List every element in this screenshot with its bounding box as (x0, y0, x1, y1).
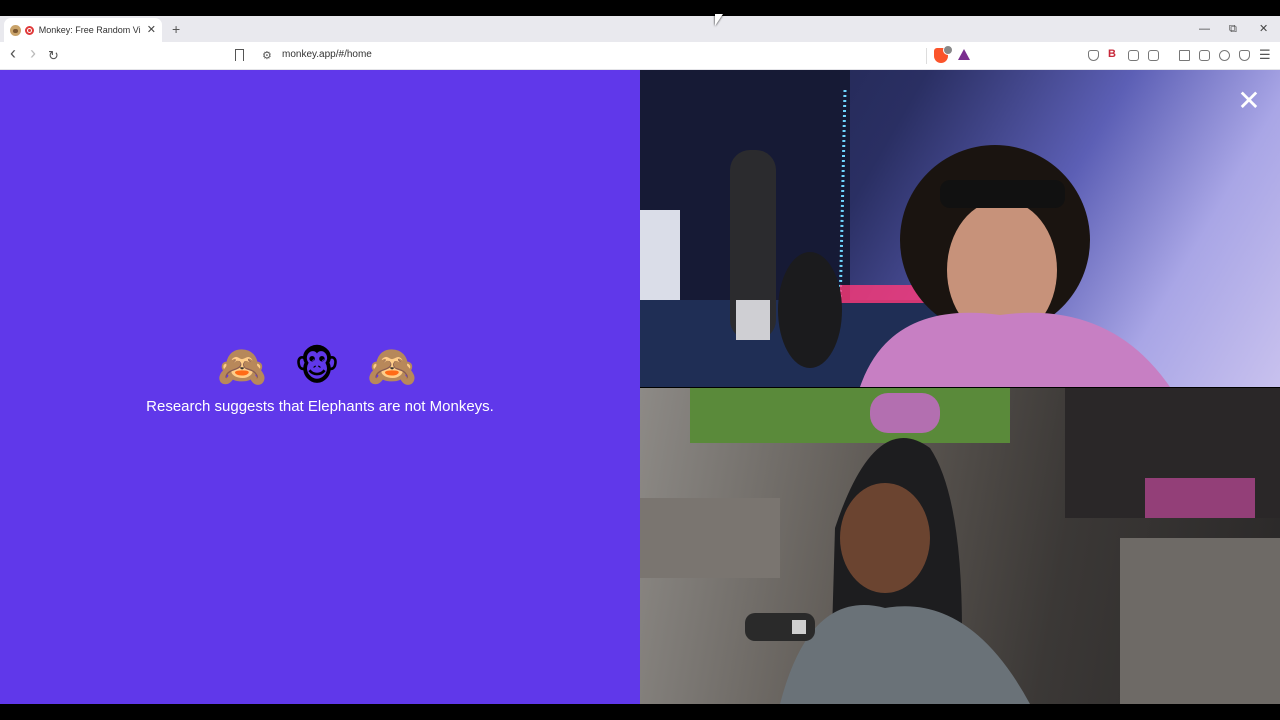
shields-count-badge (943, 45, 953, 55)
forward-button[interactable]: › (30, 44, 36, 62)
monkey-favicon-icon (10, 24, 21, 36)
tab-strip: Monkey: Free Random Video Chat ✕ + — ⧉ ✕ (0, 16, 1280, 42)
new-tab-button[interactable]: + (172, 20, 180, 38)
monkey-face-icon: 🐵 (293, 345, 347, 389)
wallet-icon[interactable] (1199, 50, 1210, 61)
screen-bottom-border (0, 704, 1280, 720)
back-button[interactable]: ‹ (10, 44, 16, 62)
vpn-icon[interactable] (1239, 50, 1250, 61)
close-chat-button[interactable]: ✕ (1236, 87, 1262, 115)
reload-button[interactable]: ↻ (48, 47, 59, 65)
tab-title: Monkey: Free Random Video Chat (38, 25, 141, 35)
address-bar[interactable]: ⚙ monkey.app/#/home (256, 45, 978, 67)
remote-video-scene (640, 70, 1170, 387)
puzzle-icon[interactable] (1128, 50, 1139, 61)
see-no-evil-monkey-icon: 🙈 (367, 345, 424, 389)
reader-icon[interactable] (1148, 50, 1159, 61)
window-close-button[interactable]: ✕ (1259, 20, 1268, 38)
waiting-panel: 🙈 🐵 🙈 Research suggests that Elephants a… (0, 70, 640, 704)
bookmark-icon[interactable] (235, 49, 244, 61)
screen-top-border (0, 0, 1280, 16)
tab-close-icon[interactable]: ✕ (147, 24, 156, 36)
sidebar-icon[interactable] (1179, 50, 1190, 61)
minimize-button[interactable]: — (1199, 20, 1210, 38)
menu-icon[interactable]: ☰ (1259, 48, 1271, 62)
url-divider (926, 48, 927, 64)
self-video-feed (640, 388, 1280, 704)
recording-icon (24, 25, 34, 35)
url-text[interactable]: monkey.app/#/home (282, 49, 372, 60)
b-extension-icon[interactable]: B (1108, 48, 1116, 60)
shield-icon[interactable] (1088, 50, 1099, 61)
browser-toolbar: ‹ › ↻ ⚙ monkey.app/#/home B ☰ (0, 42, 1280, 70)
self-video-scene (640, 388, 1280, 704)
mouse-cursor-icon (715, 14, 723, 26)
fun-fact-text: Research suggests that Elephants are not… (146, 398, 494, 415)
brave-rewards-icon[interactable] (958, 49, 970, 60)
leo-ai-icon[interactable] (1219, 50, 1230, 61)
see-no-evil-monkey-icon: 🙈 (216, 345, 273, 389)
tab-monkey[interactable]: Monkey: Free Random Video Chat ✕ (4, 18, 162, 42)
remote-video-feed (640, 70, 1280, 387)
site-settings-icon[interactable]: ⚙ (262, 49, 272, 62)
monkey-emoji-row: 🙈 🐵 🙈 (0, 342, 640, 392)
maximize-button[interactable]: ⧉ (1229, 20, 1237, 38)
